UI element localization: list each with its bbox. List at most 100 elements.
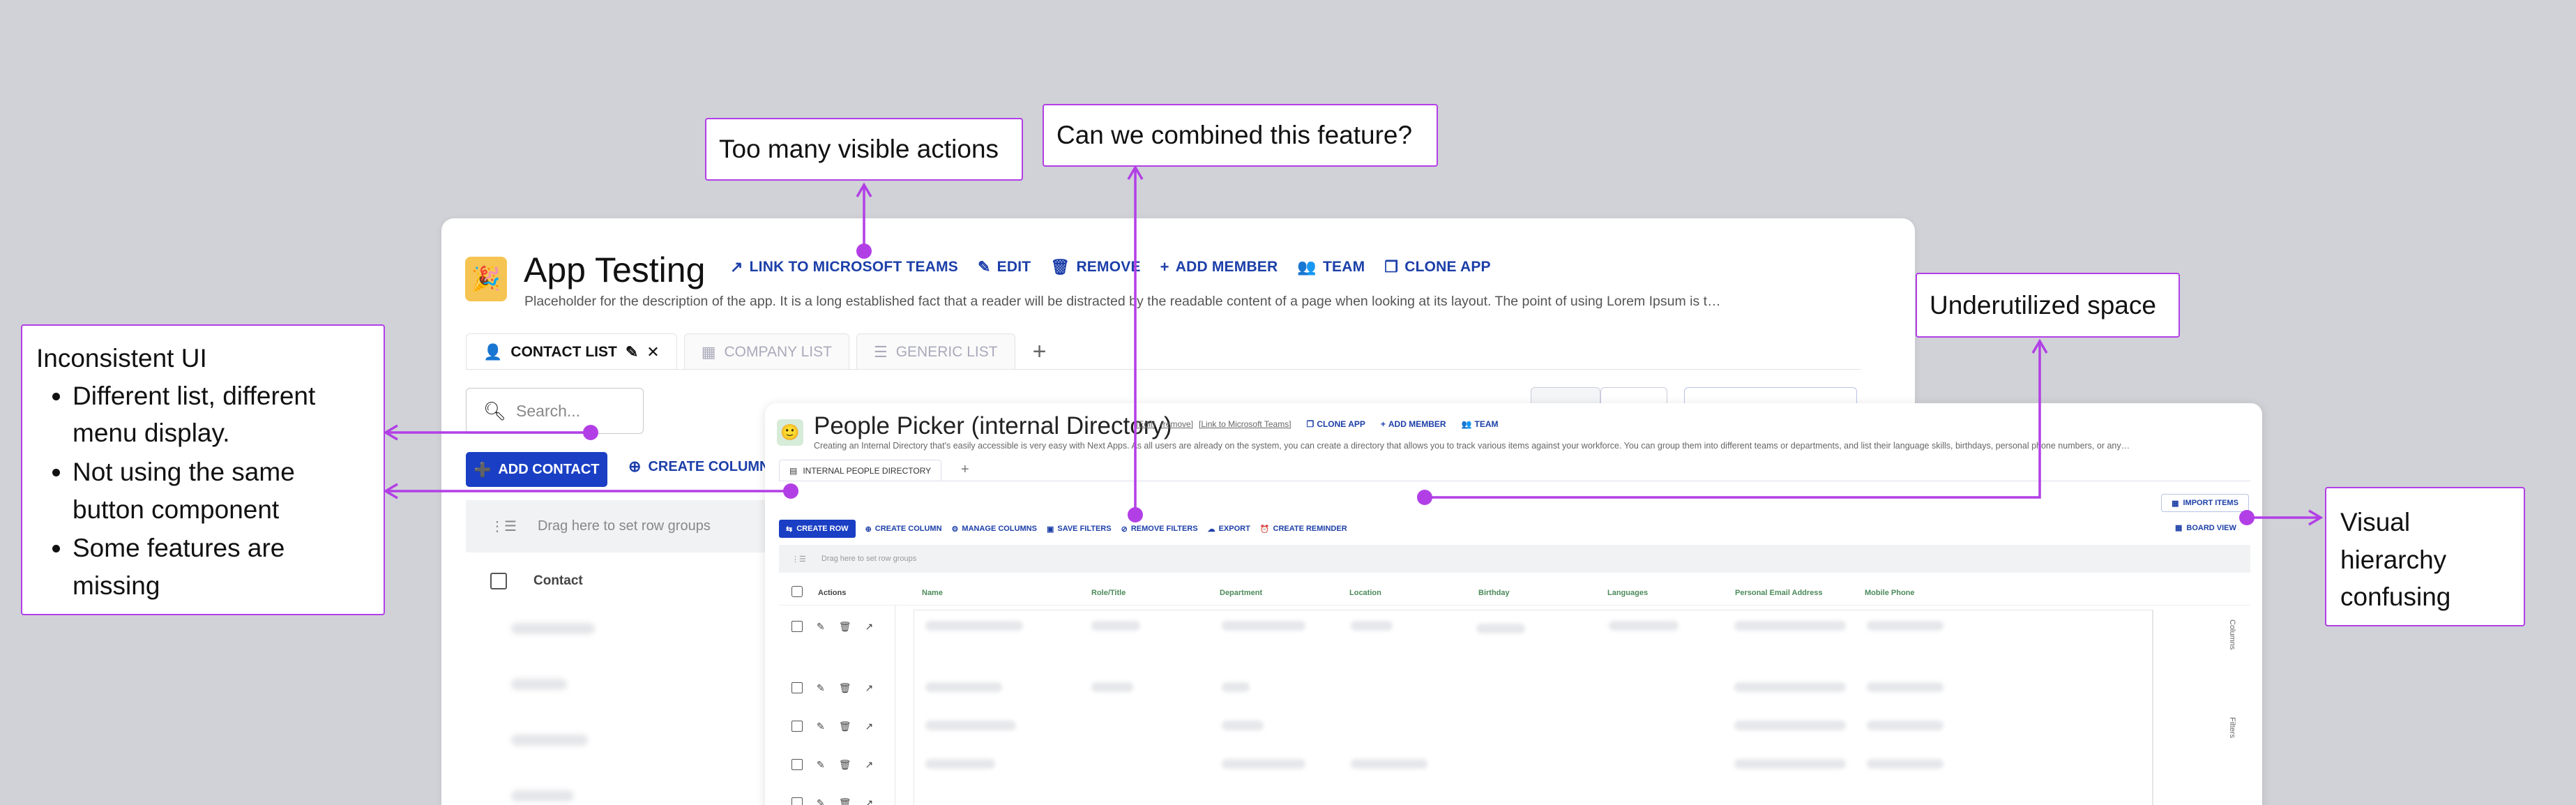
open-icon[interactable]: ↗ <box>865 621 874 633</box>
inconsistent-title: Inconsistent UI <box>36 344 207 373</box>
group-icon: ⋮☰ <box>791 555 806 564</box>
callout-combined-feature: Can we combined this feature? <box>1043 104 1438 167</box>
save-filters-button[interactable]: ▣ SAVE FILTERS <box>1047 525 1112 534</box>
row-checkbox[interactable] <box>791 721 803 732</box>
trash-icon[interactable]: 🗑 <box>839 721 851 732</box>
open-icon[interactable]: ↗ <box>865 797 874 805</box>
add-person-icon: ➕ <box>473 462 492 478</box>
edit-icon[interactable]: ✎ <box>817 797 825 805</box>
list-item: Different list, different menu display. <box>73 377 370 452</box>
open-icon[interactable]: ↗ <box>865 759 874 771</box>
trash-icon[interactable]: 🗑 <box>839 621 851 633</box>
tab-generic-list[interactable]: ☰ GENERIC LIST <box>856 333 1015 370</box>
remove-link[interactable]: [remove] <box>1160 419 1193 429</box>
column-birthday[interactable]: Birthday <box>1478 589 1510 597</box>
blurred-cell <box>925 759 995 769</box>
add-contact-button[interactable]: ➕ ADD CONTACT <box>466 452 607 487</box>
table-row: ✎ 🗑 ↗ <box>779 789 897 805</box>
table-row: ✎ 🗑 ↗ <box>779 612 897 640</box>
clone-app-button[interactable]: ❐ CLONE APP <box>1384 259 1490 276</box>
trash-icon[interactable]: 🗑 <box>839 797 851 805</box>
edit-icon[interactable]: ✎ <box>817 621 825 633</box>
blurred-cell <box>1222 759 1305 769</box>
add-tab-button[interactable]: + <box>1022 333 1057 370</box>
blurred-cell <box>1351 621 1393 631</box>
column-name[interactable]: Name <box>922 589 943 597</box>
blurred-cell <box>1476 624 1525 633</box>
remove-filters-button[interactable]: ⊘ REMOVE FILTERS <box>1121 525 1198 534</box>
blurred-row <box>511 623 595 634</box>
edit-icon[interactable]: ✎ <box>817 759 825 771</box>
add-member-button[interactable]: + ADD MEMBER <box>1381 419 1446 429</box>
column-mobile[interactable]: Mobile Phone <box>1865 589 1915 597</box>
save-icon: ▣ <box>1046 525 1054 534</box>
tab-company-list[interactable]: ▦ COMPANY LIST <box>683 333 849 370</box>
tab-contact-list[interactable]: 👤 CONTACT LIST ✎ ✕ <box>466 333 677 370</box>
open-icon[interactable]: ↗ <box>865 721 874 732</box>
pencil-icon[interactable]: ✎ <box>626 343 638 361</box>
edit-icon[interactable]: ✎ <box>817 682 825 694</box>
trash-icon[interactable]: 🗑 <box>839 759 851 771</box>
team-button[interactable]: 👥 TEAM <box>1297 259 1365 276</box>
table-row: ✎ 🗑 ↗ <box>779 712 897 740</box>
search-icon: 🔍︎ <box>483 400 507 421</box>
column-languages[interactable]: Languages <box>1607 589 1648 597</box>
blurred-cell <box>1222 682 1250 692</box>
columns-panel-toggle[interactable]: Columns <box>2228 619 2236 649</box>
tab-divider <box>466 369 1861 370</box>
column-email[interactable]: Personal Email Address <box>1735 589 1823 597</box>
blurred-cell <box>925 721 1016 730</box>
create-row-button[interactable]: ⇆ CREATE ROW <box>779 520 856 538</box>
select-all-checkbox[interactable] <box>791 586 803 599</box>
edit-link[interactable]: [Edit] <box>1136 419 1155 429</box>
clone-app-button[interactable]: ❐ CLONE APP <box>1307 419 1365 429</box>
callout-underutilized-space: Underutilized space <box>1916 273 2180 338</box>
list-item: Not using the same button component <box>73 453 370 528</box>
team-button[interactable]: 👥 TEAM <box>1462 419 1499 429</box>
row-checkbox[interactable] <box>791 621 803 632</box>
tab-internal-people-directory[interactable]: ▤ INTERNAL PEOPLE DIRECTORY <box>779 460 942 481</box>
export-button[interactable]: ☁ EXPORT <box>1208 525 1250 534</box>
trash-icon[interactable]: 🗑 <box>839 682 851 694</box>
row-checkbox[interactable] <box>791 759 803 770</box>
edit-icon[interactable]: ✎ <box>817 721 825 732</box>
search-input[interactable]: 🔍︎ Search... <box>466 388 644 434</box>
add-member-button[interactable]: + ADD MEMBER <box>1160 259 1278 276</box>
manage-columns-button[interactable]: ⚙ MANAGE COLUMNS <box>952 525 1037 534</box>
list-tabs: 👤 CONTACT LIST ✎ ✕ ▦ COMPANY LIST ☰ GENERIC L… <box>466 333 1057 370</box>
filters-panel-toggle[interactable]: Filters <box>2228 717 2236 738</box>
column-department[interactable]: Department <box>1220 589 1262 597</box>
row-checkbox[interactable] <box>791 682 803 693</box>
board-view-button[interactable]: ▦ BOARD VIEW <box>2175 523 2236 533</box>
plus-circle-icon: ⊕ <box>628 458 642 475</box>
create-column-button[interactable]: ⊕ CREATE COLUMN <box>628 458 770 476</box>
group-icon: ⋮☰ <box>490 519 517 534</box>
teams-link[interactable]: [Link to Microsoft Teams] <box>1199 419 1291 429</box>
import-items-button[interactable]: ▦ IMPORT ITEMS <box>2161 494 2249 512</box>
blurred-row <box>511 679 567 690</box>
app-description: Placeholder for the description of the a… <box>524 294 1721 309</box>
create-column-button[interactable]: ⊕ CREATE COLUMN <box>865 525 942 534</box>
blurred-cell <box>925 621 1023 631</box>
column-location[interactable]: Location <box>1349 589 1381 597</box>
remove-button[interactable]: 🗑 REMOVE <box>1050 259 1140 276</box>
row-checkbox[interactable] <box>791 797 803 805</box>
annotation-marker <box>783 483 798 499</box>
annotation-marker <box>1417 490 1432 505</box>
blurred-cell <box>1734 621 1846 631</box>
add-tab-button[interactable]: + <box>961 462 969 478</box>
create-reminder-button[interactable]: ⏰ CREATE REMINDER <box>1260 525 1347 534</box>
select-all-checkbox[interactable] <box>490 573 507 589</box>
app-title: App Testing <box>524 250 706 289</box>
edit-button[interactable]: ✎ EDIT <box>978 259 1031 276</box>
link-teams-button[interactable]: ↗ LINK TO MICROSOFT TEAMS <box>730 259 958 276</box>
cloud-icon: ☁ <box>1207 525 1215 534</box>
annotation-marker <box>1128 507 1143 522</box>
table-header: Contact <box>490 573 583 589</box>
column-role[interactable]: Role/Title <box>1091 589 1126 597</box>
people-picker-window: 🙂 People Picker (internal Directory) [Ed… <box>765 403 2262 805</box>
row-group-dropzone[interactable]: ⋮☰ Drag here to set row groups <box>779 545 2250 573</box>
open-icon[interactable]: ↗ <box>865 682 874 694</box>
blurred-cell <box>1734 759 1846 769</box>
close-icon[interactable]: ✕ <box>646 343 659 361</box>
